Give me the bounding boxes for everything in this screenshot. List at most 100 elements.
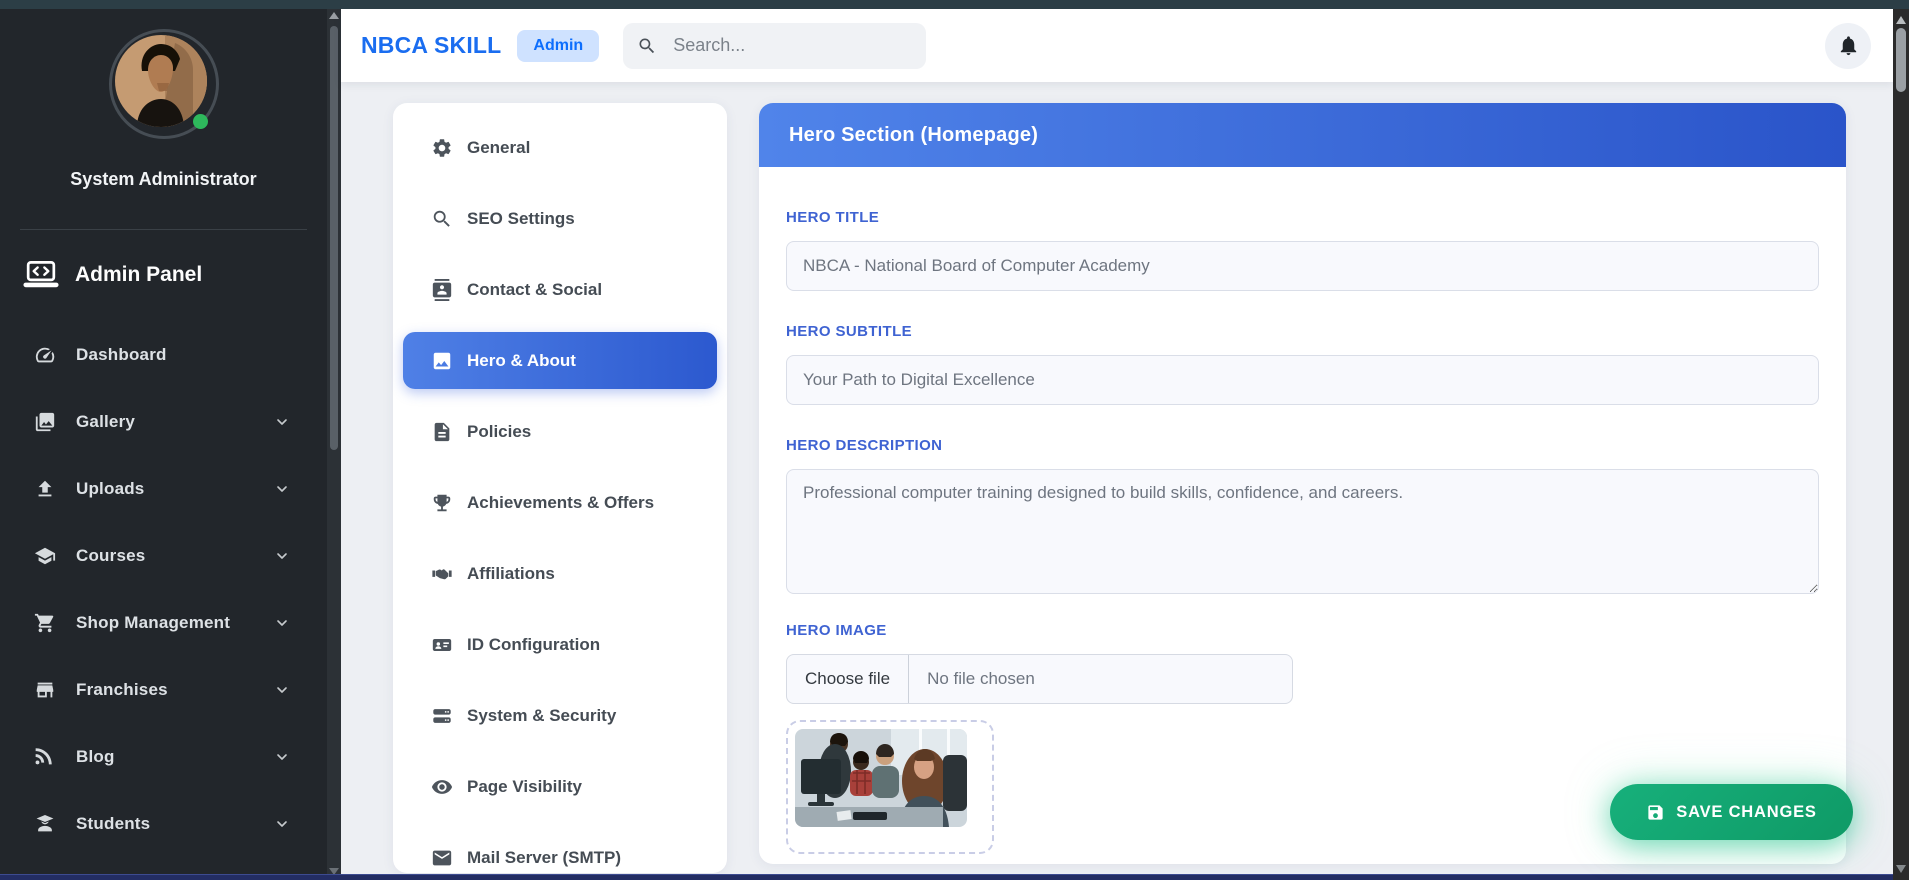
settings-tab-label: SEO Settings (467, 208, 575, 228)
settings-tab-label: Page Visibility (467, 776, 582, 796)
settings-tab-general[interactable]: General (403, 119, 717, 176)
settings-tab-affiliations[interactable]: Affiliations (403, 545, 717, 602)
gear-icon (433, 138, 451, 157)
online-status-dot (192, 114, 208, 129)
hero-image-label: HERO IMAGE (786, 622, 887, 639)
server-icon (433, 708, 451, 723)
chevron-down-icon (277, 620, 287, 626)
card-body: HERO TITLE HERO SUBTITLE HERO DESCRIPTIO… (759, 167, 1846, 854)
window-scrollbar[interactable] (1893, 9, 1909, 880)
card-title: Hero Section (Homepage) (789, 123, 1039, 146)
settings-tab-label: Contact & Social (467, 279, 603, 299)
avatar-portrait-graphic (114, 35, 207, 127)
settings-tab-label: Policies (467, 421, 532, 441)
sidebar-scrollbar[interactable] (327, 9, 341, 880)
window-scrollbar-thumb[interactable] (1896, 28, 1906, 92)
student-icon (36, 815, 54, 832)
store-icon (36, 682, 54, 698)
settings-tab-id-configuration[interactable]: ID Configuration (403, 616, 717, 673)
browser-top-strip (0, 0, 1909, 9)
file-status-text: No file chosen (927, 669, 1035, 688)
search-input[interactable] (671, 34, 896, 57)
scroll-down-arrow-icon[interactable] (1896, 865, 1906, 873)
choose-file-button[interactable]: Choose file (787, 655, 910, 703)
hero-title-label: HERO TITLE (786, 209, 880, 226)
chevron-down-icon (277, 419, 287, 425)
card-header: Hero Section (Homepage) (759, 103, 1846, 167)
settings-tab-seo-settings[interactable]: SEO Settings (403, 190, 717, 247)
hero-image-preview (786, 720, 994, 854)
dashboard-icon (35, 347, 55, 363)
hero-image-file-input[interactable]: Choose file No file chosen (786, 654, 1293, 704)
avatar (108, 29, 219, 139)
image-icon (433, 352, 451, 369)
search-box[interactable] (623, 22, 927, 69)
save-changes-button[interactable]: SAVE CHANGES (1610, 784, 1853, 840)
sidebar-item-label: Courses (76, 546, 146, 565)
sidebar-item-blog[interactable]: Blog (0, 735, 327, 779)
admin-panel-heading: Admin Panel (22, 261, 202, 288)
search-icon (639, 38, 655, 53)
blog-icon (35, 748, 52, 765)
hero-image-thumbnail (795, 729, 967, 827)
app-window: System Administrator Admin Panel Dashboa… (0, 0, 1909, 880)
sidebar-item-dashboard[interactable]: Dashboard (0, 333, 327, 377)
settings-tab-contact-social[interactable]: Contact & Social (403, 261, 717, 318)
sidebar-item-label: Dashboard (76, 345, 167, 364)
sidebar-item-courses[interactable]: Courses (0, 534, 327, 578)
settings-tab-label: Affiliations (467, 563, 555, 583)
settings-tab-policies[interactable]: Policies (403, 403, 717, 460)
scroll-up-arrow-icon[interactable] (1896, 16, 1906, 24)
settings-tab-label: General (467, 137, 531, 157)
chevron-down-icon (277, 687, 287, 693)
search-icon (433, 210, 450, 227)
contact-card-icon (432, 278, 452, 301)
settings-tab-label: Mail Server (SMTP) (467, 847, 621, 867)
hero-description-textarea[interactable]: Professional computer training designed … (786, 469, 1819, 594)
laptop-code-icon (23, 261, 59, 288)
classroom-photo-graphic (795, 729, 967, 827)
avatar-photo (114, 35, 207, 127)
save-changes-label: SAVE CHANGES (1676, 802, 1817, 821)
sidebar-item-shop-management[interactable]: Shop Management (0, 601, 327, 645)
scroll-up-arrow-icon[interactable] (329, 12, 339, 19)
floppy-disk-icon (1648, 804, 1663, 820)
hero-section-card: Hero Section (Homepage) HERO TITLE HERO … (759, 103, 1846, 864)
graduation-cap-icon (34, 547, 56, 565)
settings-tab-label: ID Configuration (467, 634, 601, 654)
settings-tab-achievements-offers[interactable]: Achievements & Offers (403, 474, 717, 531)
settings-tab-label: Hero & About (467, 350, 576, 370)
top-header: NBCA SKILL Admin (341, 9, 1893, 82)
chevron-down-icon (277, 486, 287, 492)
sidebar-item-label: Franchises (76, 680, 168, 699)
settings-tab-page-visibility[interactable]: Page Visibility (403, 758, 717, 815)
sidebar-item-franchises[interactable]: Franchises (0, 668, 327, 712)
settings-tab-system-security[interactable]: System & Security (403, 687, 717, 744)
chevron-down-icon (277, 553, 287, 559)
settings-tab-hero-about[interactable]: Hero & About (403, 332, 717, 389)
sidebar-item-gallery[interactable]: Gallery (0, 400, 327, 444)
hero-subtitle-label: HERO SUBTITLE (786, 323, 913, 340)
chevron-down-icon (277, 821, 287, 827)
main-content: General SEO Settings Contact & Social He… (341, 82, 1893, 880)
settings-tab-mail-server-smtp[interactable]: Mail Server (SMTP) (403, 829, 717, 880)
sidebar-scrollbar-thumb[interactable] (330, 26, 338, 450)
settings-tab-label: Achievements & Offers (467, 492, 655, 512)
hero-title-input[interactable] (786, 241, 1819, 291)
notifications-button[interactable] (1825, 22, 1871, 69)
brand-logo: NBCA SKILL (361, 32, 502, 58)
sidebar-nav: Dashboard Gallery Uploads Courses Shop M… (0, 333, 327, 869)
sidebar-item-uploads[interactable]: Uploads (0, 467, 327, 511)
cart-icon (34, 613, 54, 633)
sidebar-item-students[interactable]: Students (0, 802, 327, 846)
admin-badge: Admin (517, 29, 600, 62)
bottom-edge-strip (0, 874, 1893, 880)
hero-description-label: HERO DESCRIPTION (786, 437, 943, 454)
settings-tab-label: System & Security (467, 705, 617, 725)
envelope-icon (432, 850, 452, 865)
sidebar-item-label: Blog (76, 747, 115, 766)
hero-subtitle-input[interactable] (786, 355, 1819, 405)
sidebar-divider (20, 229, 307, 230)
chevron-down-icon (277, 754, 287, 760)
gallery-icon (35, 412, 55, 432)
